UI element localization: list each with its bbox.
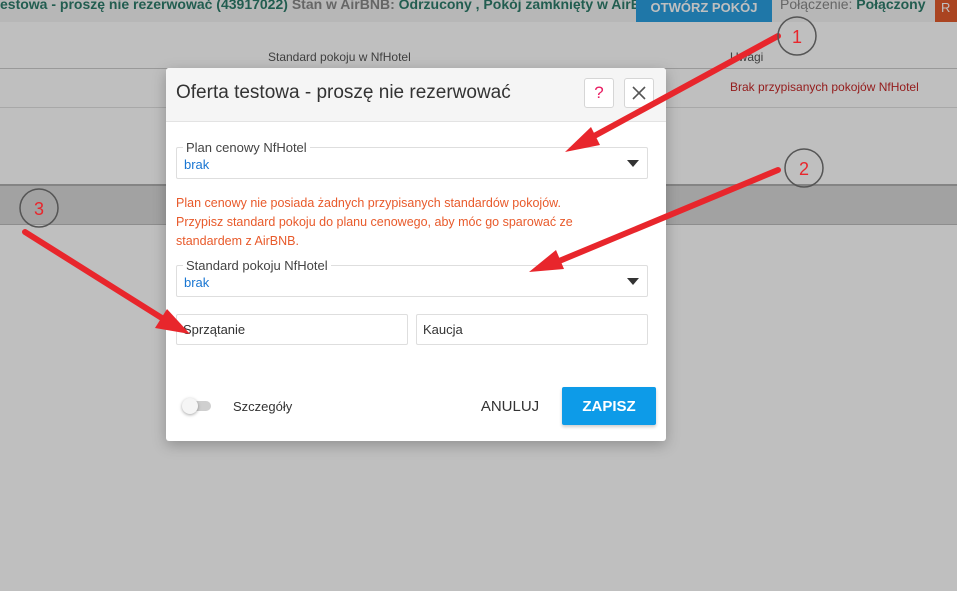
annotation-number-1: 1 — [792, 27, 802, 47]
arrow-3-shaft — [22, 229, 168, 323]
arrow-1-head — [565, 127, 600, 152]
annotation-number-3: 3 — [34, 199, 44, 219]
arrow-2-shaft — [549, 167, 781, 267]
annotation-3: 3 — [19, 188, 190, 334]
annotation-1: 1 — [565, 16, 817, 152]
annotation-layer: 1 2 3 — [19, 16, 824, 334]
annotation-number-2: 2 — [799, 159, 809, 179]
annotation-2: 2 — [529, 148, 824, 272]
arrow-1-shaft — [582, 33, 781, 144]
arrow-3-head — [155, 309, 190, 334]
arrow-2-head — [529, 250, 564, 272]
